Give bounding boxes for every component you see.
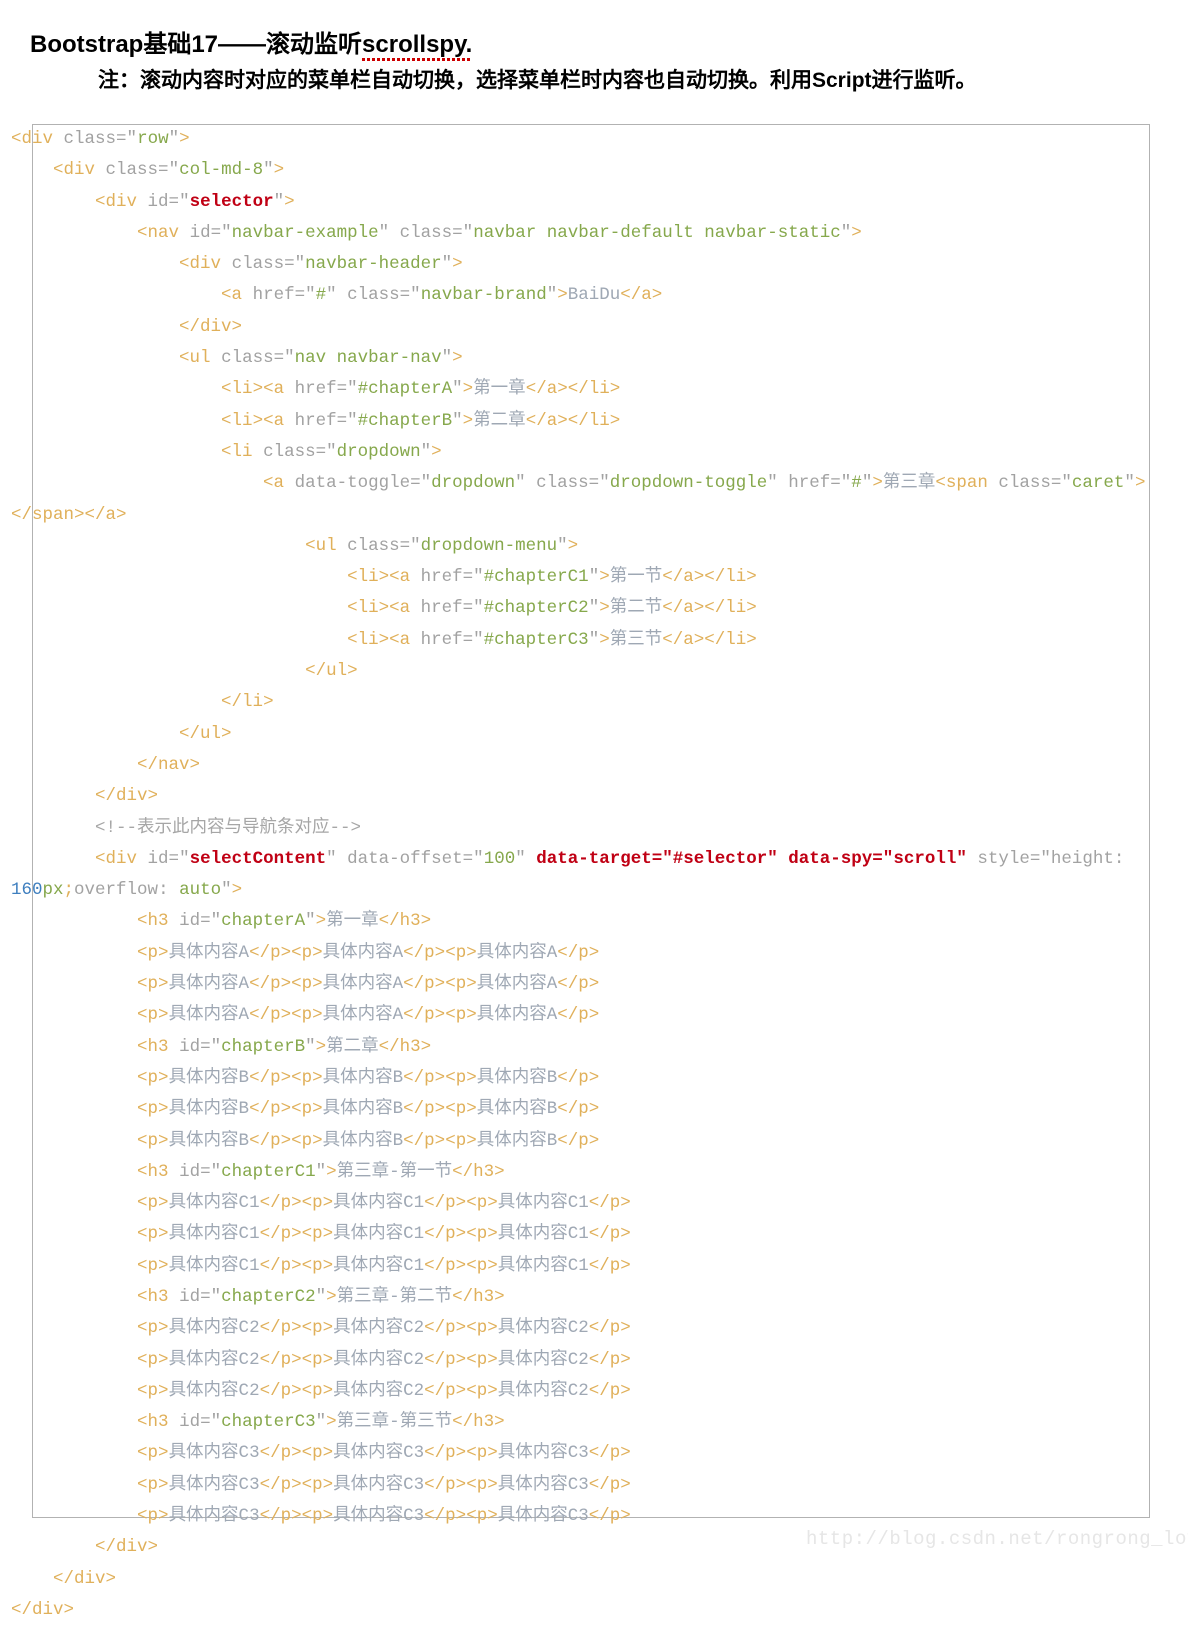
page-title-prefix: Bootstrap基础17——滚动监听 (30, 31, 363, 59)
page-title: Bootstrap基础17——滚动监听scrollspy. (30, 24, 473, 62)
watermark-url: http://blog.csdn.net/rongrong_love_1c (806, 1528, 1188, 1550)
code-listing: <div class="row"> <div class="col-md-8">… (11, 129, 1146, 1620)
spellcheck-underlined-word: scrollspy. (362, 31, 473, 62)
note-text: 注：滚动内容时对应的菜单栏自动切换，选择菜单栏时内容也自动切换。利用Script… (98, 69, 977, 92)
